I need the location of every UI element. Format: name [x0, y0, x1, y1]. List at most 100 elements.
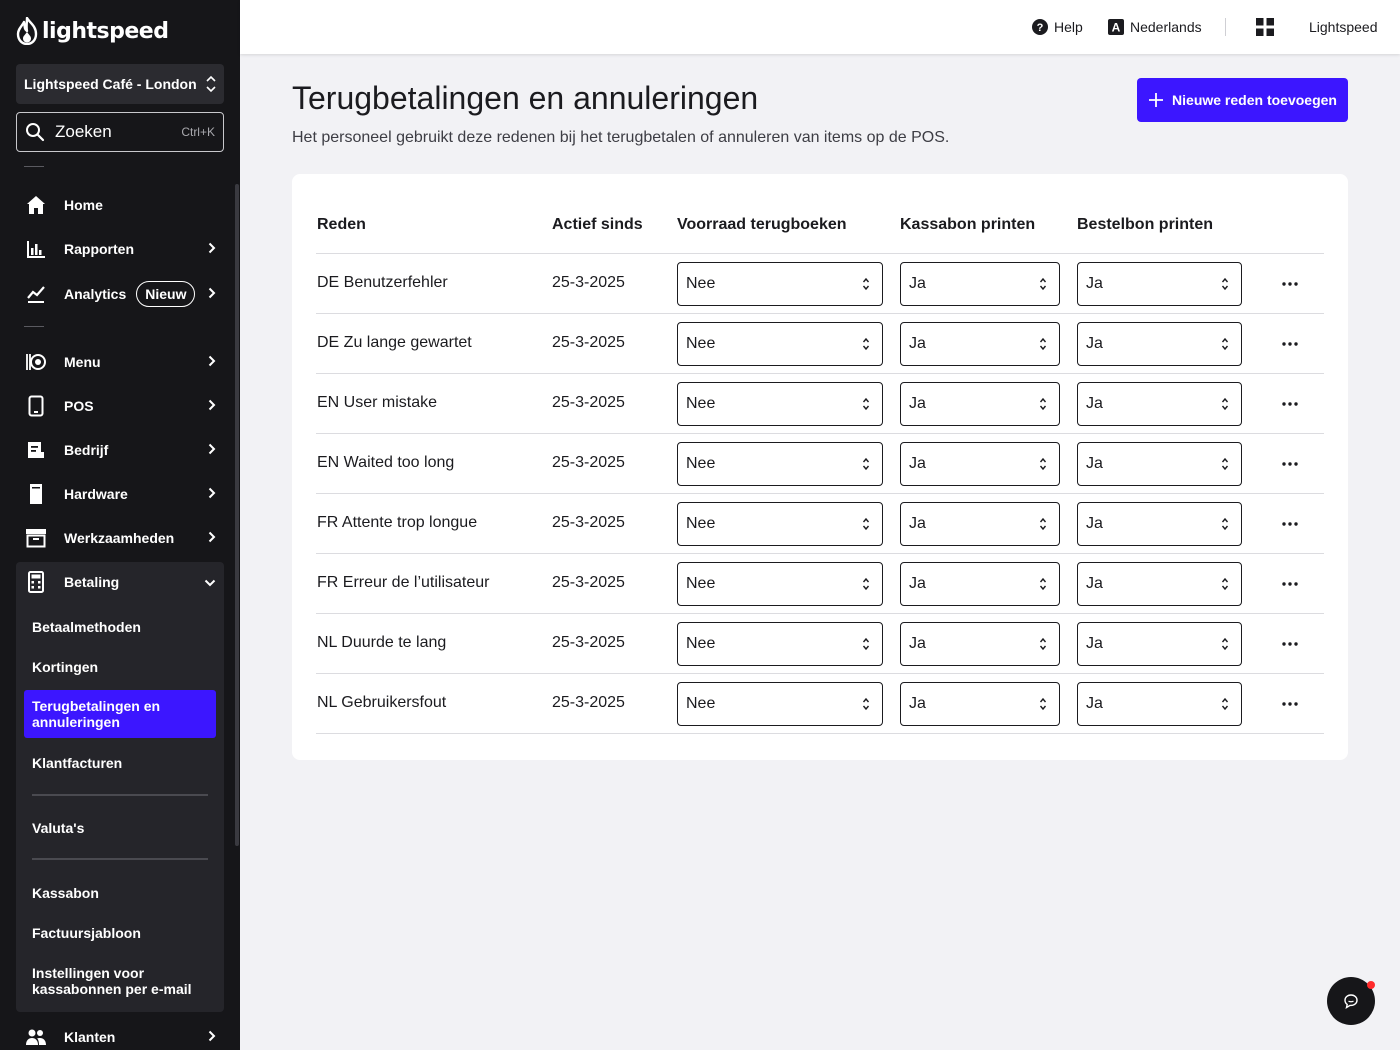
- stock-return-select[interactable]: Nee: [677, 682, 883, 726]
- nav-item-klanten[interactable]: Klanten: [16, 1017, 224, 1050]
- help-button[interactable]: ? Help: [1032, 0, 1083, 54]
- nav-item-werkzaamheden[interactable]: Werkzaamheden: [16, 518, 224, 558]
- reason-name: FR Erreur de l’utilisateur: [317, 574, 490, 591]
- print-receipt-select[interactable]: Ja: [900, 382, 1060, 426]
- archive-icon: [24, 526, 48, 550]
- more-actions-icon[interactable]: [1278, 394, 1302, 414]
- apps-grid-icon: [1256, 18, 1274, 36]
- lightspeed-logo[interactable]: lightspeed: [16, 16, 169, 46]
- select-value: Nee: [686, 575, 716, 592]
- column-header-kassabon: Kassabon printen: [900, 216, 1036, 233]
- menu-icon: [24, 350, 48, 374]
- select-value: Nee: [686, 635, 716, 652]
- active-since: 25-3-2025: [552, 514, 625, 531]
- sub-item-betaalmethoden[interactable]: Betaalmethoden: [24, 614, 216, 640]
- print-order-ticket-select[interactable]: Ja: [1077, 382, 1242, 426]
- print-order-ticket-select[interactable]: Ja: [1077, 262, 1242, 306]
- print-receipt-select[interactable]: Ja: [900, 322, 1060, 366]
- chevron-right-icon: [208, 1029, 216, 1045]
- select-value: Nee: [686, 335, 716, 352]
- print-receipt-select[interactable]: Ja: [900, 682, 1060, 726]
- divider: [32, 858, 208, 860]
- sidebar: lightspeed Lightspeed Café - London Zoek…: [0, 0, 240, 1050]
- print-order-ticket-select[interactable]: Ja: [1077, 562, 1242, 606]
- nav-item-hardware[interactable]: Hardware: [16, 474, 224, 514]
- add-reason-button[interactable]: Nieuwe reden toevoegen: [1137, 78, 1348, 122]
- select-value: Ja: [909, 455, 926, 472]
- chevron-up-down-icon: [862, 457, 870, 471]
- print-order-ticket-select[interactable]: Ja: [1077, 502, 1242, 546]
- language-selector[interactable]: A Nederlands: [1108, 0, 1202, 54]
- more-actions-icon[interactable]: [1278, 514, 1302, 534]
- nav-item-home[interactable]: Home: [16, 185, 224, 225]
- more-actions-icon[interactable]: [1278, 574, 1302, 594]
- home-icon: [24, 193, 48, 217]
- sidebar-scrollbar[interactable]: [235, 184, 239, 846]
- search-input[interactable]: Zoeken Ctrl+K: [16, 112, 224, 152]
- search-shortcut: Ctrl+K: [181, 125, 215, 139]
- sub-item-klantfacturen[interactable]: Klantfacturen: [24, 750, 216, 776]
- nav-label: Bedrijf: [64, 442, 109, 458]
- store-selector[interactable]: Lightspeed Café - London: [16, 64, 224, 104]
- print-order-ticket-select[interactable]: Ja: [1077, 622, 1242, 666]
- sub-item-instellingen-email[interactable]: Instellingen voor kassabonnen per e-mail: [24, 964, 216, 998]
- column-header-bestelbon: Bestelbon printen: [1077, 216, 1214, 233]
- chevron-up-down-icon: [1039, 637, 1047, 651]
- chevron-right-icon: [208, 530, 216, 546]
- sub-item-kortingen[interactable]: Kortingen: [24, 654, 216, 680]
- notification-dot: [1367, 981, 1375, 989]
- print-receipt-select[interactable]: Ja: [900, 262, 1060, 306]
- reason-name: EN User mistake: [317, 394, 438, 411]
- nav-item-rapporten[interactable]: Rapporten: [16, 229, 224, 269]
- chevron-right-icon: [208, 486, 216, 502]
- sub-item-kassabon[interactable]: Kassabon: [24, 880, 216, 906]
- nav-item-bedrijf[interactable]: Bedrijf: [16, 430, 224, 470]
- active-since: 25-3-2025: [552, 634, 625, 651]
- active-since: 25-3-2025: [552, 334, 625, 351]
- apps-button[interactable]: [1256, 0, 1280, 54]
- more-actions-icon[interactable]: [1278, 454, 1302, 474]
- stock-return-select[interactable]: Nee: [677, 442, 883, 486]
- print-receipt-select[interactable]: Ja: [900, 622, 1060, 666]
- reason-name: FR Attente trop longue: [317, 514, 478, 531]
- stock-return-select[interactable]: Nee: [677, 502, 883, 546]
- chevron-up-down-icon: [862, 637, 870, 651]
- nav-item-betaling[interactable]: Betaling: [16, 562, 224, 602]
- print-receipt-select[interactable]: Ja: [900, 562, 1060, 606]
- nav-label: Rapporten: [64, 241, 134, 257]
- chevron-up-down-icon: [862, 397, 870, 411]
- nav-item-pos[interactable]: POS: [16, 386, 224, 426]
- stock-return-select[interactable]: Nee: [677, 562, 883, 606]
- nav-item-menu[interactable]: Menu: [16, 342, 224, 382]
- sub-item-valutas[interactable]: Valuta's: [24, 815, 216, 841]
- reason-name: NL Gebruikersfout: [317, 694, 447, 711]
- more-actions-icon[interactable]: [1278, 274, 1302, 294]
- more-actions-icon[interactable]: [1278, 694, 1302, 714]
- print-order-ticket-select[interactable]: Ja: [1077, 682, 1242, 726]
- chevron-up-down-icon: [1221, 397, 1229, 411]
- account-menu[interactable]: Lightspeed: [1309, 0, 1378, 54]
- print-receipt-select[interactable]: Ja: [900, 502, 1060, 546]
- print-order-ticket-select[interactable]: Ja: [1077, 442, 1242, 486]
- more-actions-icon[interactable]: [1278, 334, 1302, 354]
- select-value: Ja: [1086, 635, 1103, 652]
- print-receipt-select[interactable]: Ja: [900, 442, 1060, 486]
- svg-text:?: ?: [1037, 22, 1044, 34]
- chevron-up-down-icon: [862, 577, 870, 591]
- select-value: Ja: [1086, 575, 1103, 592]
- table-row: NL Duurde te lang 25-3-2025 Nee Ja Ja: [316, 614, 1324, 674]
- tablet-icon: [24, 394, 48, 418]
- column-header-actief: Actief sinds: [552, 216, 643, 233]
- brand-name: lightspeed: [42, 18, 169, 44]
- stock-return-select[interactable]: Nee: [677, 262, 883, 306]
- sub-item-factuursjabloon[interactable]: Factuursjabloon: [24, 920, 216, 946]
- print-order-ticket-select[interactable]: Ja: [1077, 322, 1242, 366]
- stock-return-select[interactable]: Nee: [677, 382, 883, 426]
- sub-item-terugbetalingen[interactable]: Terugbetalingen en annuleringen: [24, 690, 216, 738]
- page-subtitle: Het personeel gebruikt deze redenen bij …: [292, 129, 950, 146]
- nav-item-analytics[interactable]: Analytics Nieuw: [16, 274, 224, 314]
- stock-return-select[interactable]: Nee: [677, 322, 883, 366]
- stock-return-select[interactable]: Nee: [677, 622, 883, 666]
- bar-chart-icon: [24, 237, 48, 261]
- more-actions-icon[interactable]: [1278, 634, 1302, 654]
